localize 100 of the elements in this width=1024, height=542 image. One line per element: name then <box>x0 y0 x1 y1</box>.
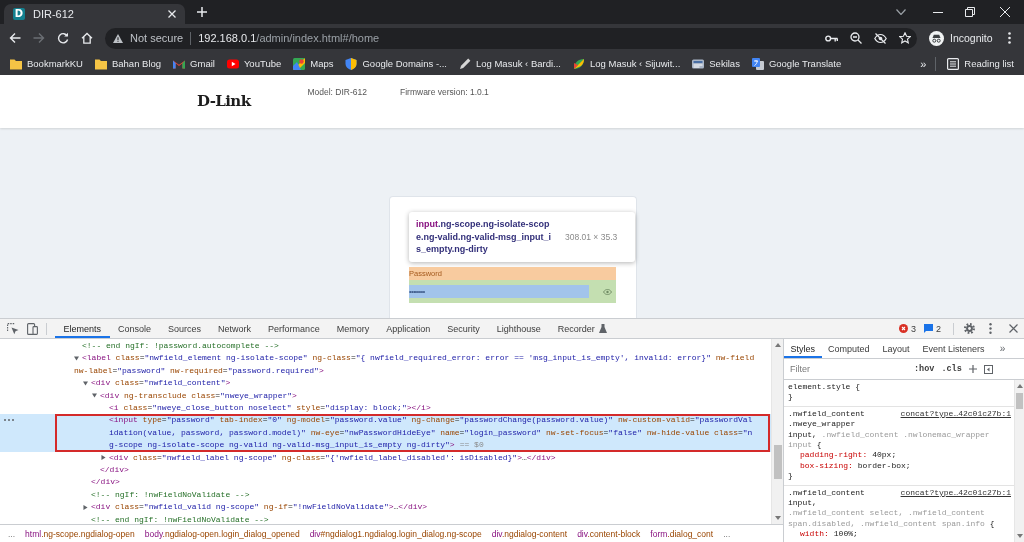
css-property-value[interactable]: 100%; <box>833 529 858 540</box>
css-property-name[interactable]: box-sizing: <box>800 460 853 472</box>
breadcrumb[interactable]: body.ngdialog-open.login_dialog_opened <box>144 528 300 539</box>
menu-icon[interactable] <box>1008 32 1011 44</box>
css-selector: span.disabled, .nwfield_content span.info { <box>788 518 995 530</box>
bookmark[interactable]: BookmarkKU <box>4 54 89 73</box>
dom-node[interactable]: <div class="nwfield_valid ng-scope" ng-if="!nwFieldNoValidate">…</div> <box>0 501 771 514</box>
map-icon <box>293 57 306 70</box>
css-selector: input, .nwfield_content .nwlonemac_wrapper <box>788 429 990 441</box>
styles-pane-tab[interactable]: Computed <box>821 339 877 358</box>
devtools-tab[interactable]: Elements <box>55 319 110 338</box>
caret-down-icon[interactable] <box>74 356 79 362</box>
more-tabs-button[interactable]: » <box>993 339 1012 358</box>
reading-list-button[interactable]: Reading list <box>941 54 1020 73</box>
hover-state-button[interactable]: :hov <box>914 364 935 374</box>
zoom-icon[interactable] <box>850 32 862 44</box>
devtools-tab[interactable]: Recorder <box>549 319 616 338</box>
css-selector: .nwfield_content <box>788 408 865 420</box>
dom-node[interactable]: <div ng-transclude class="nweye_wrapper"> <box>0 389 771 403</box>
home-icon[interactable] <box>81 32 93 44</box>
browser-tab[interactable]: D DIR-612 <box>4 4 185 24</box>
devtools-tab[interactable]: Lighthouse <box>488 319 550 338</box>
devtools-tab[interactable]: Sources <box>159 319 210 338</box>
breadcrumb-scroll-button[interactable]: ... <box>8 528 16 539</box>
more-icon[interactable] <box>989 323 992 334</box>
bookmark[interactable]: YouTube <box>220 54 288 73</box>
dom-node[interactable]: <i class="nweye_close_button noselect" style="display: block;"></i> <box>0 402 771 415</box>
dom-node[interactable]: <div class="nwfield_label ng-scope" ng-class="{'nwfield_label_disabled': isDisabled}">…</div> <box>0 451 771 465</box>
styles-pane-tab[interactable]: Styles <box>784 339 822 358</box>
messages-button[interactable]: 2 <box>920 319 945 338</box>
scroll-up-icon[interactable] <box>1016 384 1023 388</box>
sidebar-toggle-icon[interactable] <box>983 364 993 374</box>
bookmark[interactable]: Maps <box>287 54 340 73</box>
scrollbar[interactable] <box>771 339 783 524</box>
scrollbar[interactable] <box>1014 380 1024 542</box>
reload-icon[interactable] <box>57 32 69 44</box>
css-property-name[interactable]: padding-right: <box>800 450 868 461</box>
settings-icon[interactable] <box>964 323 975 334</box>
bookmark[interactable]: Log Masuk ‹ Sijuwit... <box>567 54 687 73</box>
source-link[interactable]: concat?type…42c01c27b:1 <box>900 408 1011 420</box>
scroll-down-icon[interactable] <box>1016 534 1023 538</box>
dom-closing-tag[interactable]: </div> <box>0 464 771 477</box>
breadcrumb[interactable]: div.ngdialog-content <box>491 528 568 539</box>
minimize-icon[interactable] <box>933 11 943 13</box>
css-property-value[interactable]: border-box; <box>857 460 911 472</box>
styles-pane-tab[interactable]: Layout <box>876 339 917 358</box>
dom-comment[interactable]: <!-- end ngIf: !nwFieldNoValidate --> <box>0 513 771 524</box>
css-property-name[interactable]: width: <box>800 529 829 540</box>
star-icon[interactable] <box>899 32 911 44</box>
scrollbar-thumb[interactable] <box>1016 393 1023 409</box>
source-link[interactable]: concat?type…42c01c27b:1 <box>900 487 1011 499</box>
caret-down-icon[interactable] <box>896 9 906 15</box>
bookmark[interactable]: Gmail <box>167 54 221 73</box>
address-bar[interactable]: Not secure 192.168.0.1/admin/index.html#/home <box>105 27 917 49</box>
breadcrumb[interactable]: form.dialog_cont <box>650 528 714 539</box>
eye-off-icon[interactable] <box>874 32 887 44</box>
dom-node[interactable]: <label class="nwfield_element ng-isolate-scope" ng-class="{ nwfield_required_error: error == 'msg_input_is_empty', invalid: error}" nw-field nw-label="password" nw-required="password.required"> <box>0 352 771 378</box>
breadcrumb[interactable]: div#ngdialog1.ngdialog.login_dialog.ng-scope <box>309 528 482 539</box>
breadcrumb-scroll-button[interactable]: ... <box>723 528 731 539</box>
caret-right-icon[interactable] <box>83 504 88 510</box>
breadcrumb[interactable]: html.ng-scope.ngdialog-open <box>25 528 135 539</box>
dom-comment[interactable]: <!-- ngIf: !nwFieldNoValidate --> <box>0 488 771 502</box>
css-property-value[interactable]: 40px; <box>872 450 897 461</box>
devtools-tab[interactable]: Security <box>438 319 489 338</box>
key-icon[interactable] <box>825 34 838 42</box>
devtools-tab[interactable]: Application <box>377 319 439 338</box>
caret-down-icon[interactable] <box>83 380 88 386</box>
inspect-icon[interactable] <box>7 322 19 335</box>
pen-icon <box>458 57 471 70</box>
bookmark[interactable]: Google Domains -... <box>339 54 453 73</box>
bookmark[interactable]: Log Masuk ‹ Bardi... <box>452 54 567 73</box>
devtools-tab[interactable]: Console <box>109 319 160 338</box>
breadcrumb[interactable]: div.content-block <box>577 528 641 539</box>
scroll-up-icon[interactable] <box>774 343 781 347</box>
caret-right-icon[interactable] <box>101 455 106 461</box>
more-bookmarks-button[interactable]: » <box>915 54 932 73</box>
dom-node[interactable]: <div class="nwfield_content"> <box>0 377 771 390</box>
devtools-tab[interactable]: Memory <box>328 319 378 338</box>
scroll-down-icon[interactable] <box>774 516 781 520</box>
devtools-tab[interactable]: Network <box>209 319 260 338</box>
scrollbar-thumb[interactable] <box>773 445 782 479</box>
caret-down-icon[interactable] <box>92 393 97 399</box>
dom-node[interactable]: <input type="password" tab-index="0" ng-model="password.value" ng-change="passwordChange(password.value)" nw-custom-valid="passwordVal idation(value, password, password.model)" nw-eye="nwPasswordHideEye" name="login_password" nw-set-focus="false" nw-hide-value class="n g-scope ng-isolate-scope ng-valid ng-valid-msg_input_is_empty ng-dirty"> == $0 <box>0 414 771 452</box>
element-selector-text: input.ng-scope.ng-isolate-scope.ng-valid.ng-valid-msg_input_is_empty.ng-dirty <box>416 218 552 256</box>
bookmark[interactable]: Bahan Blog <box>88 54 168 73</box>
restore-icon[interactable] <box>965 7 975 17</box>
security-chip[interactable]: Not secure <box>113 32 184 44</box>
errors-button[interactable]: 3 <box>894 319 920 338</box>
error-icon <box>898 324 908 333</box>
dom-closing-tag[interactable]: </div> <box>0 476 771 489</box>
devtools-tab[interactable]: Performance <box>259 319 329 338</box>
dom-comment[interactable]: <!-- end ngIf: !password.autocomplete --> <box>0 340 771 353</box>
profile-button[interactable]: Incognito <box>929 30 993 46</box>
styles-pane-tab[interactable]: Event Listeners <box>916 339 992 358</box>
bookmark[interactable]: Google Translate <box>745 54 848 73</box>
bookmark[interactable]: Sekilas <box>686 54 746 73</box>
class-toggle-button[interactable]: .cls <box>941 364 962 374</box>
device-icon[interactable] <box>27 322 38 335</box>
ellipsis-icon[interactable] <box>4 419 14 422</box>
back-arrow-icon[interactable] <box>9 32 21 44</box>
